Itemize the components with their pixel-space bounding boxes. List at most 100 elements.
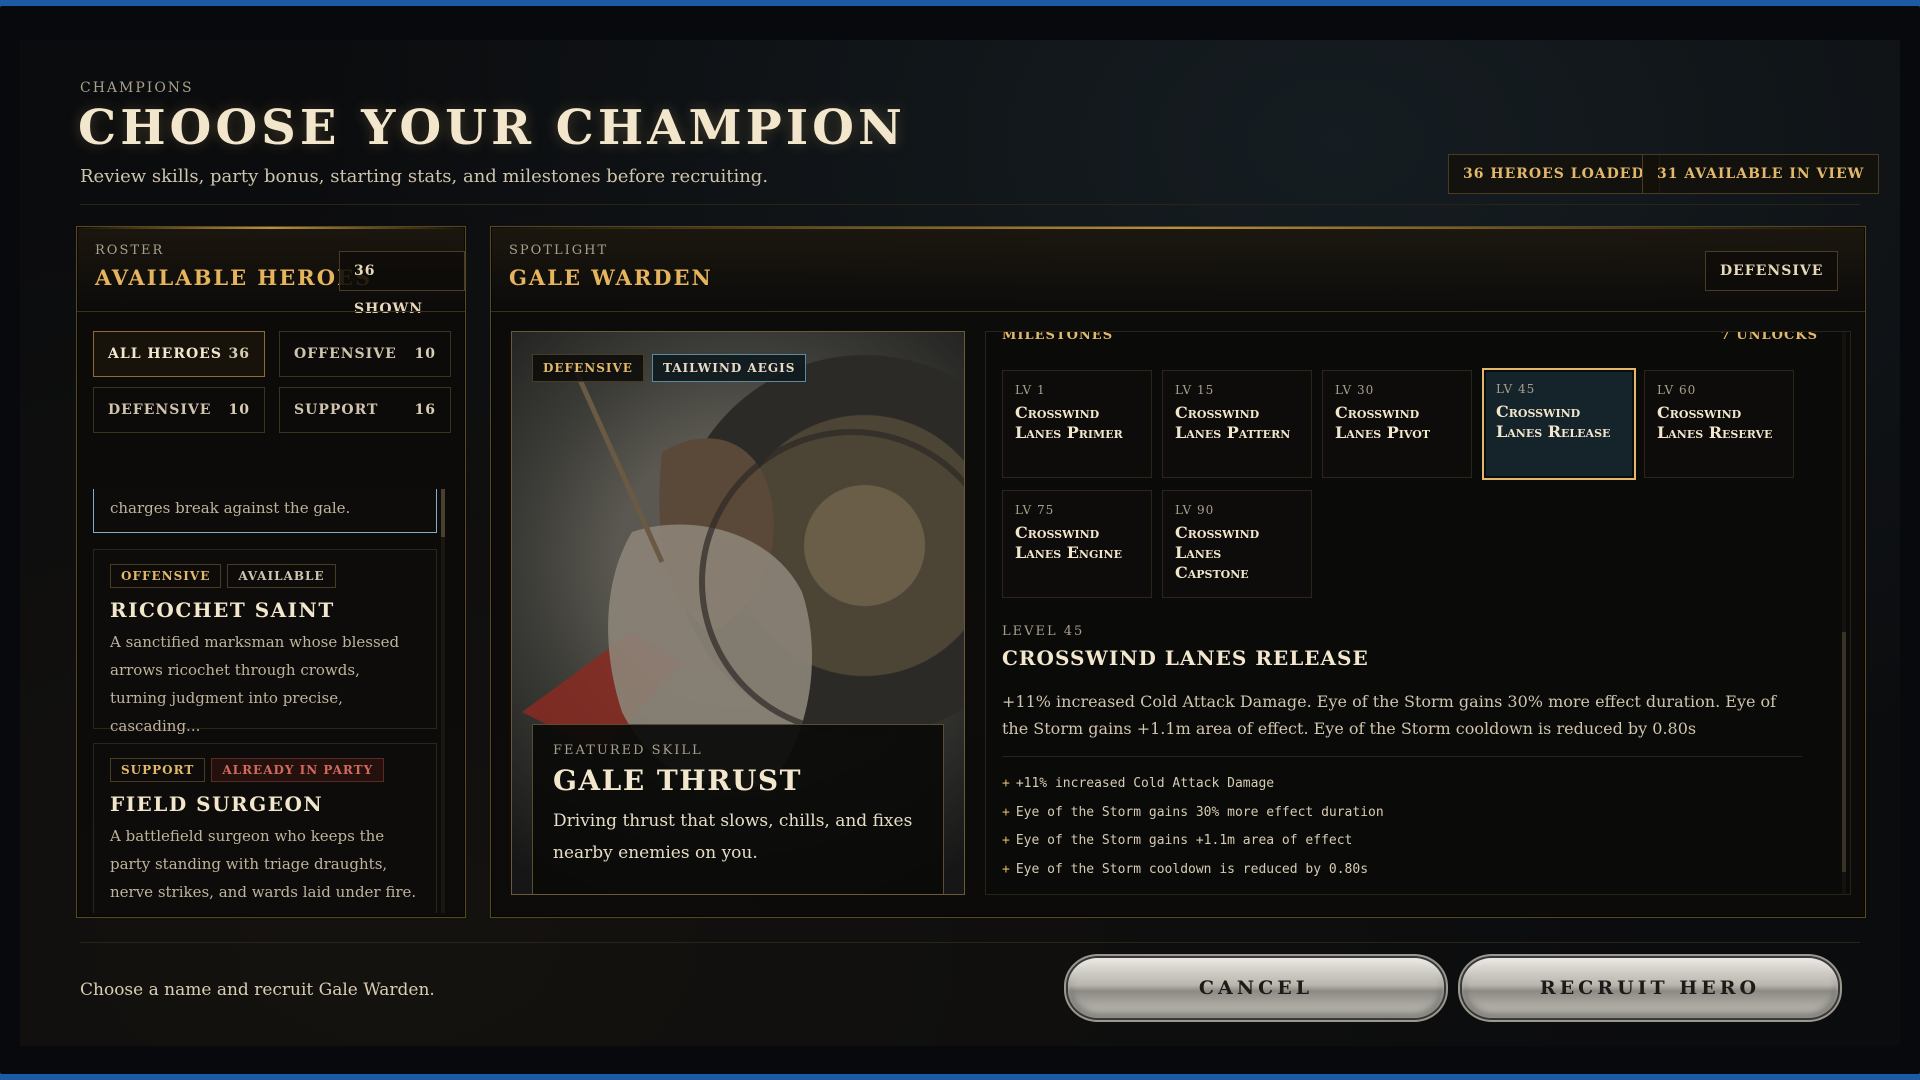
bullet-text: +11% increased Cold Attack Damage: [1015, 776, 1275, 791]
plus-icon: +: [1002, 833, 1010, 848]
milestone-bullet-list: + +11% increased Cold Attack Damage + Eye …: [1002, 770, 1384, 884]
spotlight-hero-name: GALE WARDEN: [509, 265, 713, 290]
roster-panel: ROSTER AVAILABLE HEROES 36 SHOWN ALL HER…: [76, 226, 466, 918]
filter-defensive[interactable]: DEFENSIVE 10: [93, 387, 265, 433]
footer-divider: [80, 942, 1860, 943]
hero-portrait: DEFENSIVE TAILWIND AEGIS FEATURED SKILL …: [511, 331, 965, 895]
milestones-section[interactable]: MILESTONES 7 UNLOCKS LV 1 Crosswind Lane…: [985, 331, 1851, 895]
milestone-name: Crosswind Lanes Release: [1496, 402, 1611, 441]
milestone-level: LV 75: [1015, 503, 1055, 517]
spotlight-panel: SPOTLIGHT GALE WARDEN DEFENSIVE DEFENSIV…: [490, 226, 1866, 918]
status-badge: ALREADY IN PARTY: [211, 758, 385, 782]
bullet-item: + Eye of the Storm cooldown is reduced by…: [1002, 856, 1384, 885]
available-in-view-badge: 31 AVAILABLE IN VIEW: [1642, 154, 1880, 194]
milestones-scroll-thumb[interactable]: [1842, 632, 1846, 872]
milestone-name: Crosswind Lanes Pattern: [1175, 403, 1291, 442]
page-title: CHOOSE YOUR CHAMPION: [78, 100, 906, 156]
milestone-level: LV 90: [1175, 503, 1215, 517]
hero-card-ricochet-saint[interactable]: OFFENSIVE AVAILABLE RICOCHET SAINT A sanc…: [93, 549, 437, 735]
plus-icon: +: [1002, 804, 1010, 820]
filter-count: 10: [228, 402, 250, 418]
art-tags: DEFENSIVE TAILWIND AEGIS: [532, 354, 807, 382]
milestone-name: Crosswind Lanes Engine: [1015, 523, 1122, 562]
page-subtitle: Review skills, party bonus, starting sta…: [80, 166, 769, 187]
filter-offensive[interactable]: OFFENSIVE 10: [279, 331, 451, 377]
filter-count: 10: [414, 346, 436, 362]
milestone-detail-level: LEVEL 45: [1002, 624, 1085, 639]
filter-support[interactable]: SUPPORT 16: [279, 387, 451, 433]
roster-scrollbar[interactable]: [441, 489, 445, 913]
roster-scroll-thumb[interactable]: [441, 489, 445, 537]
milestones-scrollbar[interactable]: [1842, 332, 1846, 894]
milestone-name: Crosswind Lanes Pivot: [1335, 403, 1431, 442]
status-badge: AVAILABLE: [227, 564, 336, 588]
milestone-level: LV 30: [1335, 383, 1375, 397]
milestone-level: LV 1: [1015, 383, 1046, 397]
filter-label: OFFENSIVE: [294, 346, 397, 362]
bullet-item: + Eye of the Storm gains 30% more effect …: [1002, 799, 1384, 828]
milestone-detail-divider: [1002, 756, 1802, 757]
art-role-tag: DEFENSIVE: [532, 354, 644, 382]
bullet-text: Eye of the Storm cooldown is reduced by …: [1015, 861, 1369, 877]
milestones-header: MILESTONES 7 UNLOCKS: [1002, 331, 1818, 343]
role-badge: SUPPORT: [110, 758, 206, 782]
cancel-button[interactable]: CANCEL: [1068, 958, 1444, 1018]
hero-name: RICOCHET SAINT: [110, 598, 335, 622]
bullet-text: Eye of the Storm gains +1.1m area of eff…: [1015, 833, 1353, 848]
hero-card-field-surgeon[interactable]: SUPPORT ALREADY IN PARTY FIELD SURGEON A …: [93, 743, 437, 913]
recruit-screen: CHAMPIONS CHOOSE YOUR CHAMPION Review sk…: [20, 40, 1900, 1046]
filter-all-heroes[interactable]: ALL HEROES 36: [93, 331, 265, 377]
roster-title: AVAILABLE HEROES: [95, 265, 373, 290]
milestones-label: MILESTONES: [1002, 331, 1114, 343]
filter-label: SUPPORT: [294, 402, 379, 418]
filter-count: 36: [228, 346, 250, 362]
spotlight-eyebrow: SPOTLIGHT: [509, 243, 609, 258]
shown-count-badge: 36 SHOWN: [339, 251, 465, 317]
hero-name: FIELD SURGEON: [110, 792, 324, 816]
featured-skill-name: GALE THRUST: [553, 764, 802, 797]
bullet-text: Eye of the Storm gains 30% more effect d…: [1015, 804, 1384, 820]
role-badge: OFFENSIVE: [110, 564, 222, 588]
milestone-level: LV 60: [1657, 383, 1697, 397]
milestone-lv1[interactable]: LV 1 Crosswind Lanes Primer: [1002, 370, 1152, 478]
spotlight-divider: [491, 311, 1865, 312]
hero-desc: A battlefield surgeon who keeps the part…: [110, 827, 417, 901]
roster-divider: [77, 311, 465, 312]
filter-count: 16: [414, 402, 436, 418]
featured-skill-card: FEATURED SKILL GALE THRUST Driving thrus…: [532, 724, 944, 894]
hero-list[interactable]: charges break against the gale. OFFENSIV…: [93, 489, 443, 913]
featured-skill-desc: Driving thrust that slows, chills, and f…: [553, 811, 913, 863]
art-passive-tag: TAILWIND AEGIS: [651, 354, 807, 382]
milestone-name: Crosswind Lanes Primer: [1015, 403, 1123, 442]
roster-eyebrow: ROSTER: [95, 243, 165, 258]
window-frame: CHAMPIONS CHOOSE YOUR CHAMPION Review sk…: [0, 6, 1920, 1074]
spotlight-role-badge: DEFENSIVE: [1705, 251, 1839, 291]
footer-hint: Choose a name and recruit Gale Warden.: [80, 980, 435, 1000]
milestone-lv30[interactable]: LV 30 Crosswind Lanes Pivot: [1322, 370, 1472, 478]
plus-icon: +: [1002, 776, 1010, 791]
featured-skill-eyebrow: FEATURED SKILL: [553, 743, 703, 758]
milestone-lv90[interactable]: LV 90 Crosswind Lanes Capstone: [1162, 490, 1312, 598]
milestone-lv45[interactable]: LV 45 Crosswind Lanes Release: [1482, 368, 1636, 480]
milestone-detail-desc: +11% increased Cold Attack Damage. Eye o…: [1002, 692, 1777, 738]
bullet-item: + +11% increased Cold Attack Damage: [1002, 770, 1384, 799]
milestone-level: LV 45: [1496, 382, 1536, 396]
milestone-lv60[interactable]: LV 60 Crosswind Lanes Reserve: [1644, 370, 1794, 478]
filter-label: ALL HEROES: [108, 346, 222, 362]
milestone-level: LV 15: [1175, 383, 1215, 397]
hero-card-gale-warden[interactable]: charges break against the gale.: [93, 489, 437, 533]
recruit-hero-button[interactable]: RECRUIT HERO: [1462, 958, 1838, 1018]
milestone-lv15[interactable]: LV 15 Crosswind Lanes Pattern: [1162, 370, 1312, 478]
hero-desc: A sanctified marksman whose blessed arro…: [110, 633, 400, 735]
header-divider: [80, 204, 1860, 205]
bullet-item: + Eye of the Storm gains +1.1m area of ef…: [1002, 827, 1384, 856]
milestone-name: Crosswind Lanes Capstone: [1175, 523, 1260, 582]
screen-eyebrow: CHAMPIONS: [80, 80, 194, 96]
milestone-detail-title: CROSSWIND LANES RELEASE: [1002, 646, 1369, 670]
milestone-name: Crosswind Lanes Reserve: [1657, 403, 1773, 442]
milestone-lv75[interactable]: LV 75 Crosswind Lanes Engine: [1002, 490, 1152, 598]
milestones-unlocks: 7 UNLOCKS: [1720, 331, 1818, 343]
filter-label: DEFENSIVE: [108, 402, 212, 418]
heroes-loaded-badge: 36 HEROES LOADED: [1448, 154, 1660, 194]
hero-desc: charges break against the gale.: [110, 499, 351, 517]
